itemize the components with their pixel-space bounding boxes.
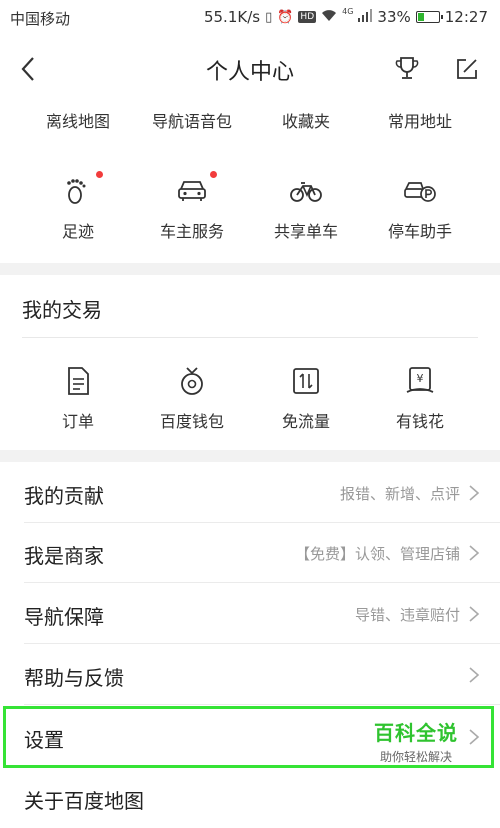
chevron-right-icon (469, 667, 480, 683)
quick-link-label: 收藏夹 (281, 112, 330, 131)
row-divider (24, 704, 500, 705)
list-item-label: 关于百度地图 (24, 789, 144, 813)
trophy-icon[interactable] (392, 54, 422, 84)
service-label: 车主服务 (159, 222, 224, 241)
service-label: 停车助手 (387, 222, 452, 241)
row-divider (24, 643, 500, 644)
trade-row: 订单 百度钱包 免流量 ¥ 有钱花 (0, 364, 500, 432)
list-item-label: 帮助与反馈 (24, 666, 124, 690)
status-icons: 55.1K/s ▯ ⏰ HD 4G 33% 12:27 (203, 6, 488, 27)
back-icon[interactable] (14, 54, 44, 84)
bicycle-icon (289, 174, 323, 208)
list-item-label: 我的贡献 (24, 484, 104, 508)
trade-free-data[interactable]: 免流量 (249, 364, 363, 432)
watermark: 百科全说 助你轻松解决 (374, 717, 458, 765)
list-item-detail: 报错、新增、点评 (339, 485, 460, 503)
money-icon: ¥ (403, 364, 437, 398)
free-data-icon (289, 364, 323, 398)
notification-dot (96, 171, 103, 178)
hd-icon: HD (298, 11, 317, 23)
list-item-merchant[interactable]: 我是商家 【免费】认领、管理店铺 (0, 523, 500, 583)
quick-links-row: 离线地图 导航语音包 收藏夹 常用地址 (0, 108, 500, 132)
list-item-contribution[interactable]: 我的贡献 报错、新增、点评 (0, 463, 500, 523)
wifi-icon (321, 9, 337, 26)
watermark-title: 百科全说 (374, 721, 458, 745)
section-divider (0, 263, 500, 275)
footprint-icon (61, 171, 103, 208)
wallet-icon (175, 364, 209, 398)
battery-percent: 33% (377, 8, 411, 26)
service-label: 共享单车 (273, 222, 338, 241)
chevron-right-icon (469, 485, 480, 501)
parking-icon (403, 174, 437, 208)
watermark-subtitle: 助你轻松解决 (379, 750, 452, 764)
section-line (22, 337, 478, 338)
trade-section-title: 我的交易 (22, 298, 102, 322)
trade-label: 订单 (61, 412, 94, 431)
list-item-help-feedback[interactable]: 帮助与反馈 (0, 645, 500, 705)
network-speed: 55.1K/s (203, 8, 261, 26)
list-item-nav-guarantee[interactable]: 导航保障 导错、违章赔付 (0, 584, 500, 644)
row-divider (24, 582, 500, 583)
alarm-icon: ⏰ (277, 9, 294, 25)
signal-icon (358, 8, 373, 26)
quick-link-label: 常用地址 (387, 112, 452, 131)
service-label: 足迹 (61, 222, 94, 241)
trade-wallet[interactable]: 百度钱包 (135, 364, 249, 432)
battery-icon (415, 11, 443, 23)
list-item-about[interactable]: 关于百度地图 (0, 768, 500, 828)
quick-link-label: 导航语音包 (151, 112, 232, 131)
car-icon (175, 171, 217, 208)
trade-label: 免流量 (281, 412, 330, 431)
service-row: 足迹 车主服务 共享单车 停车助手 (0, 171, 500, 242)
service-footprint[interactable]: 足迹 (21, 171, 135, 242)
section-divider (0, 450, 500, 462)
nav-bar: 个人中心 (0, 34, 500, 104)
status-bar: 中国移动 55.1K/s ▯ ⏰ HD 4G 33% 12:27 (0, 0, 500, 34)
order-icon (61, 364, 95, 398)
trade-label: 百度钱包 (159, 412, 224, 431)
service-shared-bike[interactable]: 共享单车 (249, 174, 363, 242)
list-item-detail: 【免费】认领、管理店铺 (294, 545, 460, 563)
carrier-name: 中国移动 (10, 10, 71, 28)
quick-link-offline-map[interactable]: 离线地图 (21, 108, 135, 132)
quick-link-voice-pack[interactable]: 导航语音包 (135, 108, 249, 132)
list-item-detail: 导错、违章赔付 (354, 606, 460, 624)
service-car-owner[interactable]: 车主服务 (135, 171, 249, 242)
quick-link-label: 离线地图 (45, 112, 110, 131)
list-item-label: 导航保障 (24, 605, 104, 629)
chevron-right-icon (469, 545, 480, 561)
notification-dot (210, 171, 217, 178)
trade-label: 有钱花 (395, 412, 444, 431)
quick-link-favorites[interactable]: 收藏夹 (249, 108, 363, 132)
network-type: 4G (342, 6, 354, 16)
chevron-right-icon (469, 606, 480, 622)
trade-money[interactable]: ¥ 有钱花 (363, 364, 477, 432)
list-item-label: 我是商家 (24, 544, 104, 568)
svg-text:¥: ¥ (417, 372, 424, 385)
trade-order[interactable]: 订单 (21, 364, 135, 432)
edit-icon[interactable] (452, 54, 482, 84)
clock: 12:27 (444, 8, 488, 26)
page-title: 个人中心 (205, 60, 294, 85)
vibrate-icon: ▯ (265, 9, 273, 25)
service-parking[interactable]: 停车助手 (363, 174, 477, 242)
quick-link-common-address[interactable]: 常用地址 (363, 108, 477, 132)
